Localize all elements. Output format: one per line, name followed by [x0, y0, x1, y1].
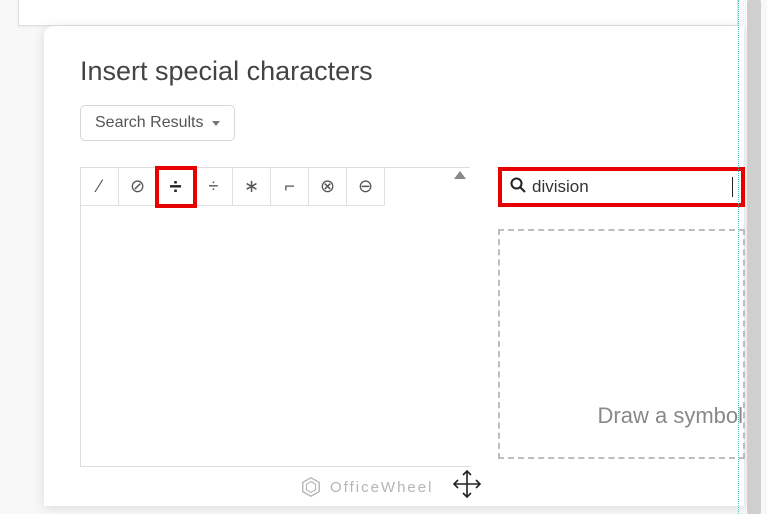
category-dropdown[interactable]: Search Results	[80, 105, 235, 141]
page-scrollbar[interactable]	[747, 0, 761, 514]
char-cell[interactable]: ⊗	[309, 168, 347, 206]
chevron-down-icon	[212, 121, 220, 126]
char-cell[interactable]: ∗	[233, 168, 271, 206]
watermark: OfficeWheel	[300, 476, 433, 498]
dialog-title: Insert special characters	[80, 56, 744, 87]
character-grid: ∕ ⊘ ÷ ÷ ∗ ⌐ ⊗ ⊖	[80, 167, 470, 467]
background-panel	[18, 0, 738, 26]
char-cell[interactable]: ⌐	[271, 168, 309, 206]
scroll-up-icon[interactable]	[454, 171, 466, 179]
char-cell[interactable]: ÷	[195, 168, 233, 206]
character-row: ∕ ⊘ ÷ ÷ ∗ ⌐ ⊗ ⊖	[81, 168, 470, 206]
content-row: ∕ ⊘ ÷ ÷ ∗ ⌐ ⊗ ⊖	[80, 167, 744, 467]
move-cursor-icon	[450, 467, 484, 508]
results-panel: ∕ ⊘ ÷ ÷ ∗ ⌐ ⊗ ⊖	[80, 167, 470, 467]
char-cell[interactable]: ⊘	[119, 168, 157, 206]
char-cell[interactable]: ∕	[81, 168, 119, 206]
text-cursor	[732, 177, 733, 197]
char-cell-division-sign[interactable]: ÷	[157, 168, 195, 206]
logo-icon	[300, 476, 322, 498]
draw-symbol-area[interactable]: Draw a symbol	[498, 229, 745, 459]
grid-scrollbar[interactable]	[452, 167, 468, 467]
search-icon	[510, 177, 526, 198]
draw-hint-text: Draw a symbol	[598, 403, 743, 429]
insert-special-characters-dialog: Insert special characters Search Results…	[44, 26, 744, 506]
guide-line	[737, 0, 739, 514]
right-column: Draw a symbol	[498, 167, 745, 467]
dropdown-label: Search Results	[95, 114, 204, 132]
search-box[interactable]	[498, 167, 745, 207]
watermark-text: OfficeWheel	[330, 479, 433, 496]
search-input[interactable]	[532, 177, 732, 197]
char-cell[interactable]: ⊖	[347, 168, 385, 206]
